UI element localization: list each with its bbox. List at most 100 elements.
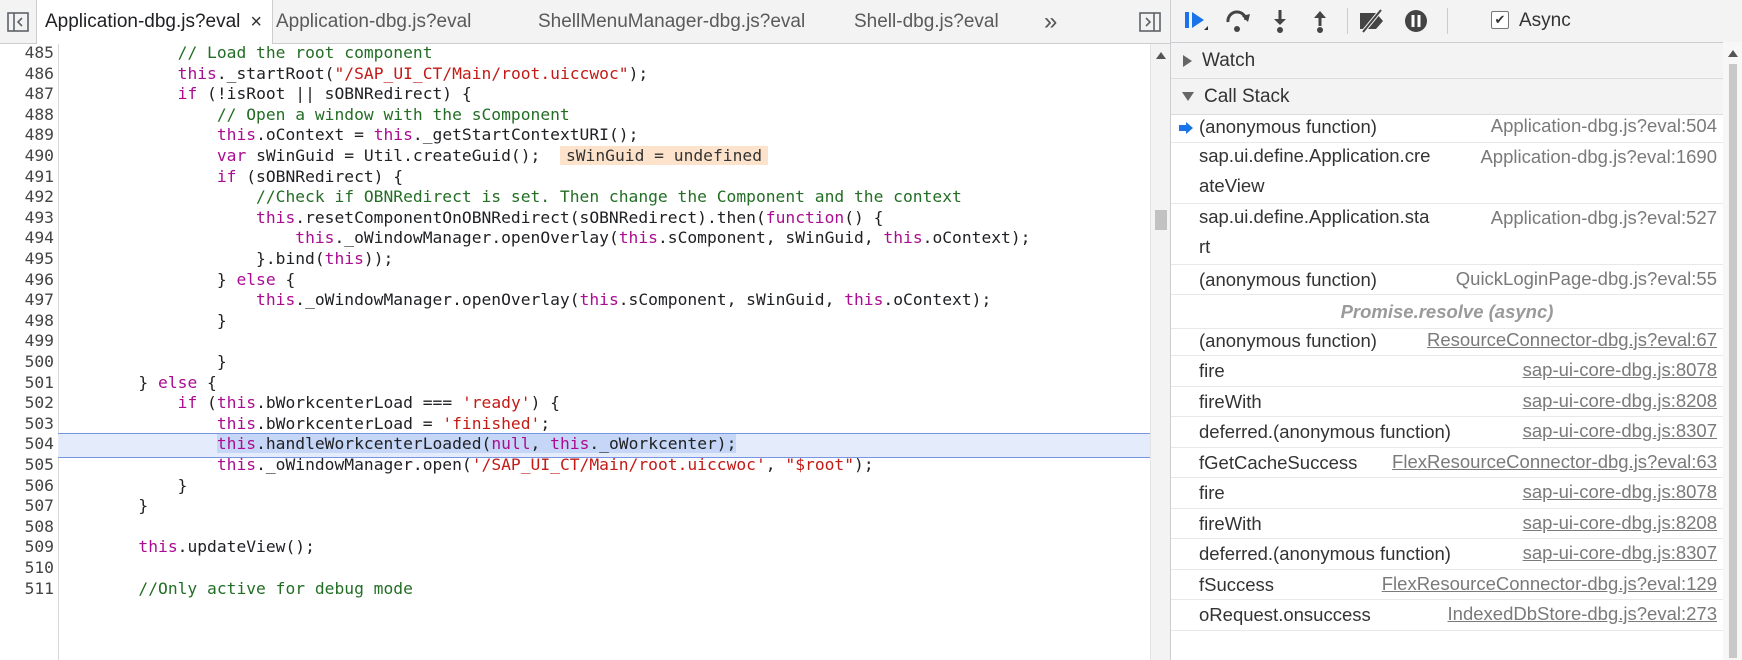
tab-label: ShellMenuManager-dbg.js?eval [538,10,806,32]
frame-function-name: (anonymous function) [1199,268,1377,290]
frame-source-link[interactable]: sap-ui-core-dbg.js:8208 [1523,389,1717,412]
frame-source-link[interactable]: Application-dbg.js?eval:1690 [1480,145,1717,168]
line-number[interactable]: 505 [0,454,54,477]
tab-application-dbg-active[interactable]: Application-dbg.js?eval × [36,0,274,44]
line-number[interactable]: 486 [0,63,54,86]
resume-icon[interactable] [1181,7,1211,35]
line-number[interactable]: 504 [0,433,54,456]
frame-function-name: fire [1199,482,1225,503]
code-line: if (sOBNRedirect) { [216,166,404,186]
call-frame[interactable]: (anonymous function) Application-dbg.js?e… [1171,112,1723,143]
frame-source-link[interactable]: FlexResourceConnector-dbg.js?eval:129 [1382,572,1717,595]
line-number[interactable]: 511 [0,578,54,601]
source-editor: Application-dbg.js?eval × Application-db… [0,0,1171,660]
line-number[interactable]: 502 [0,392,54,415]
line-number[interactable]: 496 [0,269,54,292]
line-number[interactable]: 498 [0,310,54,333]
frame-source-link[interactable]: sap-ui-core-dbg.js:8307 [1523,541,1717,564]
line-number[interactable]: 508 [0,516,54,539]
line-number[interactable]: 488 [0,104,54,127]
line-number[interactable]: 503 [0,413,54,436]
async-checkbox[interactable]: ✔ [1491,11,1509,29]
line-number[interactable]: 510 [0,557,54,580]
line-number[interactable]: 499 [0,330,54,353]
tab-application-dbg[interactable]: Application-dbg.js?eval [276,0,471,43]
frame-function-name: sap.ui.define.Application.start [1199,205,1430,257]
line-number[interactable]: 501 [0,372,54,395]
line-number[interactable]: 500 [0,351,54,374]
frame-source-link[interactable]: sap-ui-core-dbg.js:8307 [1523,419,1717,442]
line-number[interactable]: 506 [0,475,54,498]
frame-source-link[interactable]: sap-ui-core-dbg.js:8208 [1523,511,1717,534]
call-stack-list: (anonymous function) Application-dbg.js?e… [1171,112,1723,660]
call-frame[interactable]: sap.ui.define.Application.createView Appl… [1171,143,1723,204]
frame-source-link[interactable]: ResourceConnector-dbg.js?eval:67 [1427,328,1717,351]
code-line: } else { [60,372,217,392]
line-number[interactable]: 493 [0,207,54,230]
scrollbar-thumb[interactable] [1155,210,1167,230]
toggle-debugger-sidebar-icon[interactable] [1136,8,1164,36]
code-line: //Check if OBNRedirect is set. Then chan… [256,187,962,207]
editor-scrollbar[interactable] [1150,44,1171,660]
call-frame[interactable]: (anonymous function) ResourceConnector-db… [1171,326,1723,356]
line-number[interactable]: 491 [0,166,54,189]
call-frame[interactable]: deferred.(anonymous function) sap-ui-core… [1171,417,1723,448]
call-frame[interactable]: fSuccess FlexResourceConnector-dbg.js?eva… [1171,570,1723,600]
call-stack-section-header[interactable]: Call Stack [1171,79,1742,115]
frame-source-link[interactable]: FlexResourceConnector-dbg.js?eval:63 [1392,450,1717,473]
call-frame[interactable]: fGetCacheSuccess FlexResourceConnector-db… [1171,448,1723,478]
toggle-navigator-icon[interactable] [4,8,32,36]
step-over-icon[interactable] [1223,7,1253,35]
line-number[interactable]: 507 [0,495,54,518]
code-view[interactable]: 485 486 487 488 489 490 491 492 493 494 495 496 497 4… [0,44,1150,660]
line-number[interactable]: 485 [0,44,54,65]
step-into-icon[interactable] [1265,7,1295,35]
call-frame[interactable]: oRequest.onsuccess IndexedDbStore-dbg.js?… [1171,600,1723,631]
line-number[interactable]: 495 [0,248,54,271]
scroll-up-icon[interactable] [1156,52,1166,59]
call-frame[interactable]: fireWith sap-ui-core-dbg.js:8208 [1171,387,1723,417]
pause-on-exceptions-icon[interactable] [1401,7,1431,35]
frame-source-link[interactable]: Application-dbg.js?eval:504 [1491,114,1717,137]
call-frame[interactable]: fire sap-ui-core-dbg.js:8078 [1171,356,1723,387]
code-line: this.bWorkcenterLoad = 'finished'; [216,413,551,433]
call-frame[interactable]: fireWith sap-ui-core-dbg.js:8208 [1171,509,1723,539]
line-number[interactable]: 492 [0,186,54,209]
line-number[interactable]: 489 [0,124,54,147]
call-frame[interactable]: deferred.(anonymous function) sap-ui-core… [1171,539,1723,570]
tab-shell-dbg[interactable]: Shell-dbg.js?eval [854,0,999,43]
async-label: Async [1519,10,1571,31]
line-number[interactable]: 509 [0,536,54,559]
watch-section-header[interactable]: Watch [1171,43,1742,79]
call-frame[interactable]: (anonymous function) QuickLoginPage-dbg.j… [1171,265,1723,295]
deactivate-breakpoints-icon[interactable] [1357,7,1387,35]
line-number-gutter[interactable]: 485 486 487 488 489 490 491 492 493 494 495 496 497 4… [0,44,59,660]
line-number[interactable]: 490 [0,145,54,168]
step-out-icon[interactable] [1305,7,1335,35]
scroll-up-icon[interactable] [1728,50,1738,57]
frame-source-link[interactable]: sap-ui-core-dbg.js:8078 [1523,480,1717,503]
more-tabs-icon[interactable]: » [1044,0,1057,43]
frame-function-name: sap.ui.define.Application.createView [1199,144,1431,196]
frame-source-link[interactable]: IndexedDbStore-dbg.js?eval:273 [1448,602,1717,625]
tab-shellmenumanager-dbg[interactable]: ShellMenuManager-dbg.js?eval [538,0,805,43]
frame-function-name: deferred.(anonymous function) [1199,421,1451,442]
line-number[interactable]: 497 [0,289,54,312]
line-number[interactable]: 494 [0,227,54,250]
tab-label: Application-dbg.js?eval [276,10,472,32]
code-line: this._oWindowManager.openOverlay(this.sC… [256,290,992,310]
scrollbar-thumb[interactable] [1729,64,1737,658]
frame-source-link[interactable]: Application-dbg.js?eval:527 [1491,206,1717,229]
frame-source-link[interactable]: QuickLoginPage-dbg.js?eval:55 [1456,267,1717,290]
sidebar-scrollbar[interactable] [1723,42,1742,660]
inline-variable-value: sWinGuid = undefined [559,146,768,165]
call-frame[interactable]: fire sap-ui-core-dbg.js:8078 [1171,478,1723,509]
call-frame[interactable]: sap.ui.define.Application.start Applicati… [1171,204,1723,265]
frame-function-name: fireWith [1199,512,1262,534]
frame-source-link[interactable]: sap-ui-core-dbg.js:8078 [1523,358,1717,381]
tab-label: Shell-dbg.js?eval [854,10,999,32]
code-line: this.oContext = this._getStartContextURI… [216,125,639,145]
close-icon[interactable]: × [250,11,262,34]
code-line: }.bind(this)); [60,249,394,268]
line-number[interactable]: 487 [0,83,54,106]
